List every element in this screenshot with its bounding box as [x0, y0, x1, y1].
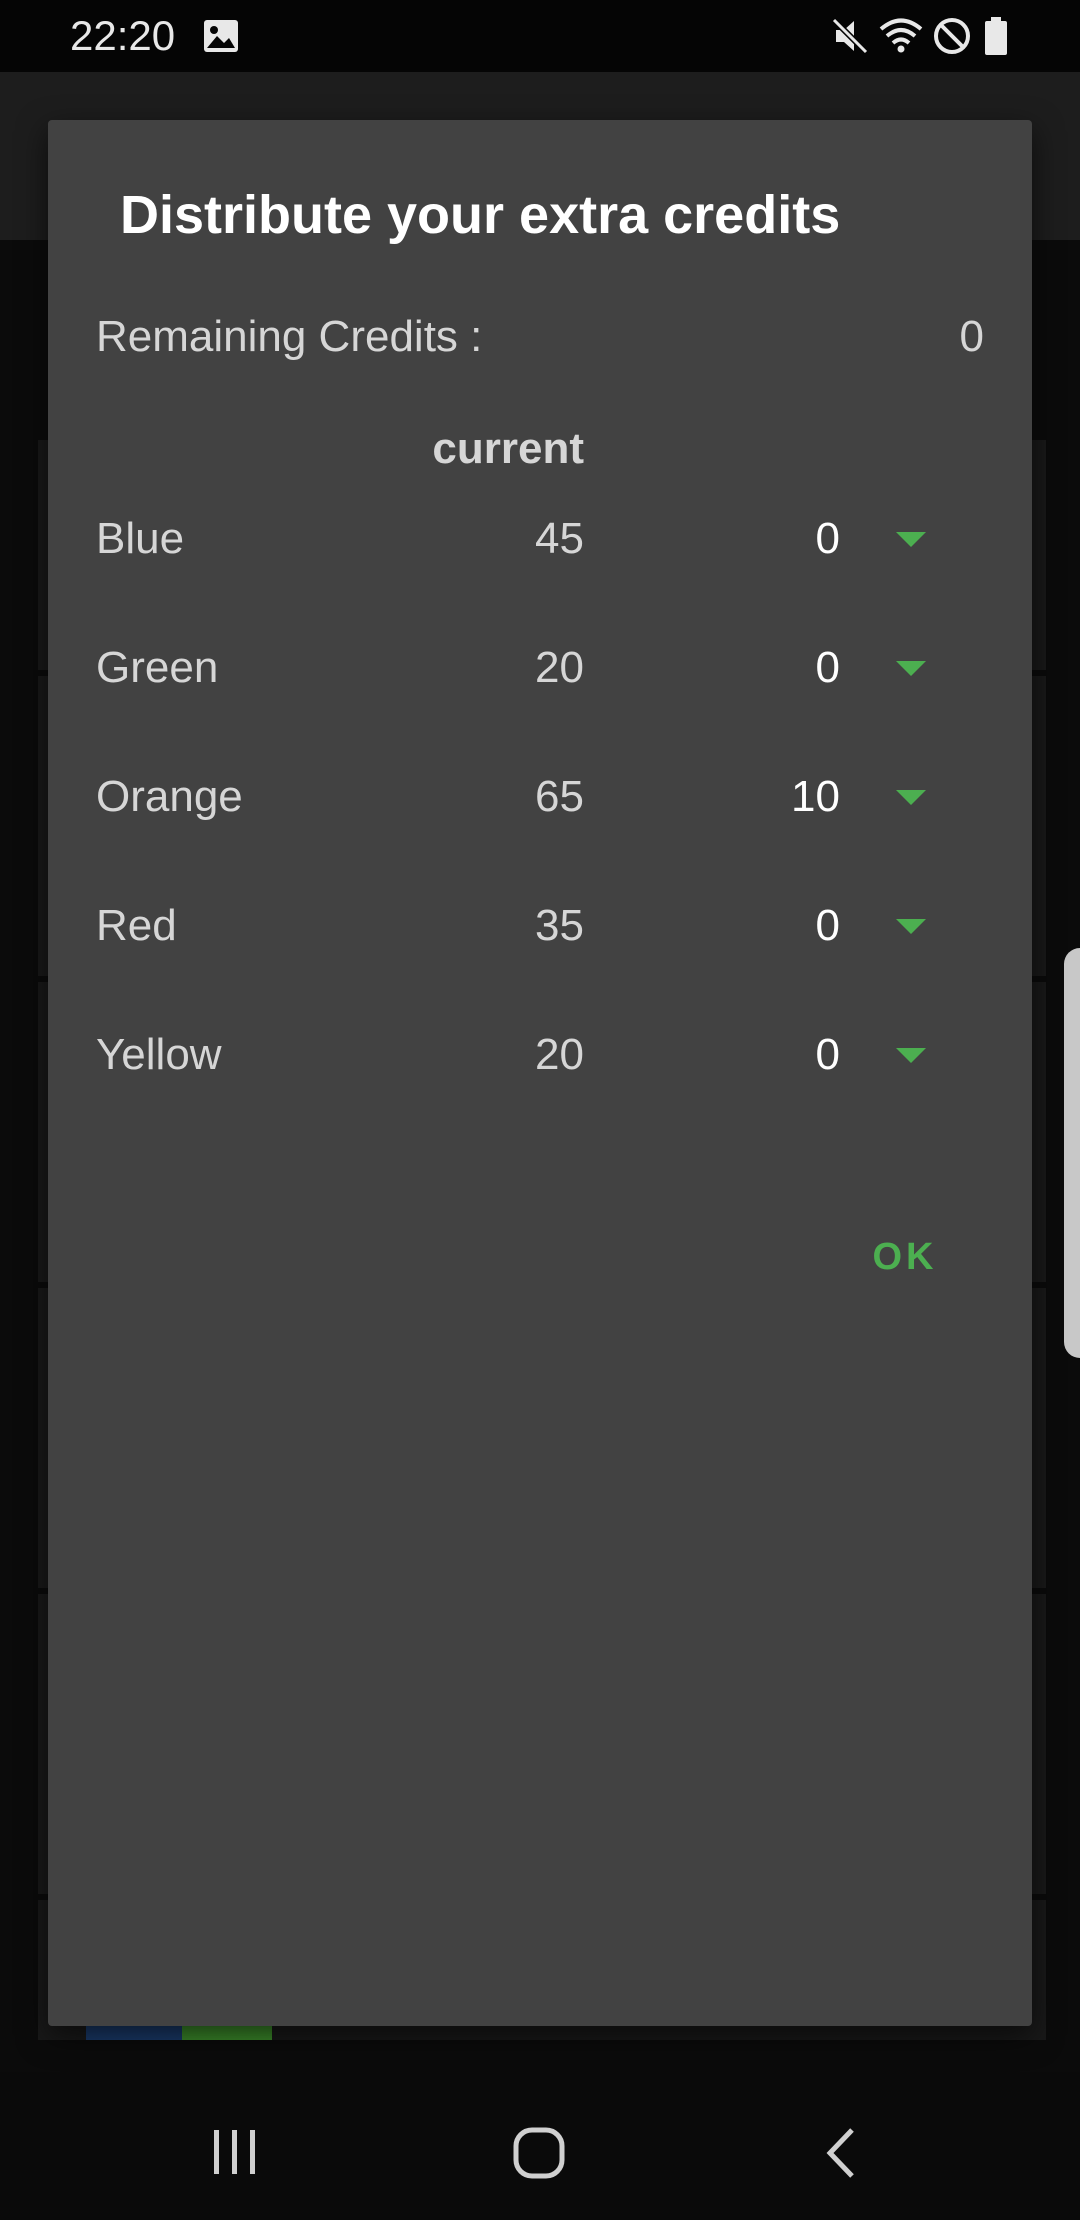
credit-row-green: Green 20 0	[0, 643, 1080, 733]
navigation-bar	[0, 2080, 1080, 2220]
current-column-header: current	[432, 424, 584, 473]
row-name: Yellow	[96, 1030, 222, 1079]
extra-credits-spinner[interactable]: 0	[740, 1016, 940, 1096]
row-current-value: 45	[535, 514, 584, 563]
remaining-credits-value: 0	[959, 312, 984, 361]
wifi-icon	[879, 18, 923, 53]
spinner-selected-value: 0	[815, 514, 840, 563]
dropdown-arrow-icon	[896, 661, 926, 676]
dropdown-arrow-icon	[896, 532, 926, 547]
dialog-title: Distribute your extra credits	[120, 185, 841, 245]
home-icon[interactable]	[510, 2124, 570, 2184]
row-current-value: 65	[535, 772, 584, 821]
credit-row-blue: Blue 45 0	[0, 514, 1080, 604]
status-time: 22:20	[70, 12, 176, 59]
remaining-credits-label: Remaining Credits :	[96, 312, 483, 361]
status-bar: 22:20	[0, 0, 1080, 72]
do-not-disturb-icon	[934, 18, 970, 54]
credit-row-yellow: Yellow 20 0	[0, 1030, 1080, 1120]
row-current-value: 35	[535, 901, 584, 950]
row-name: Blue	[96, 514, 185, 563]
mute-icon	[831, 17, 869, 55]
spinner-selected-value: 0	[815, 901, 840, 950]
ok-button[interactable]: OK	[850, 1222, 960, 1292]
row-name: Orange	[96, 772, 243, 821]
extra-credits-spinner[interactable]: 0	[740, 500, 940, 580]
extra-credits-spinner[interactable]: 10	[740, 758, 940, 838]
image-icon	[204, 20, 238, 52]
credit-row-orange: Orange 65 10	[0, 772, 1080, 862]
row-name: Green	[96, 643, 219, 692]
row-current-value: 20	[535, 1030, 584, 1079]
back-icon[interactable]	[820, 2124, 864, 2184]
dropdown-arrow-icon	[896, 1048, 926, 1063]
edge-panel-handle[interactable]	[1064, 948, 1080, 1358]
recent-apps-icon[interactable]	[210, 2124, 260, 2184]
dropdown-arrow-icon	[896, 790, 926, 805]
credit-row-red: Red 35 0	[0, 901, 1080, 991]
row-name: Red	[96, 901, 177, 950]
spinner-selected-value: 10	[791, 772, 840, 821]
dropdown-arrow-icon	[896, 919, 926, 934]
extra-credits-spinner[interactable]: 0	[740, 887, 940, 967]
spinner-selected-value: 0	[815, 643, 840, 692]
spinner-selected-value: 0	[815, 1030, 840, 1079]
row-current-value: 20	[535, 643, 584, 692]
extra-credits-spinner[interactable]: 0	[740, 629, 940, 709]
battery-icon	[985, 17, 1007, 55]
